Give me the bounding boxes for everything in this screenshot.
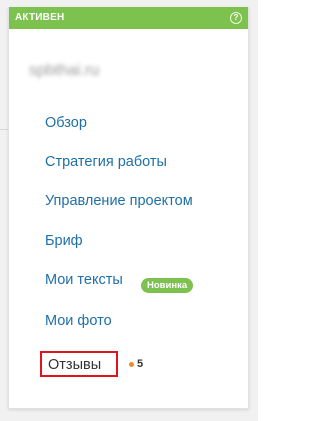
menu-item-strategy[interactable]: Стратегия работы (45, 153, 167, 171)
site-name: spbthai.ru (29, 62, 100, 79)
menu-item-project-management[interactable]: Управление проектом (45, 192, 193, 210)
notification-dot-icon (129, 362, 134, 367)
menu-item-reviews[interactable]: Отзывы (48, 356, 101, 374)
help-icon[interactable]: ? (230, 12, 242, 24)
menu-item-my-texts[interactable]: Мои тексты (45, 271, 123, 289)
page: АКТИВЕН ? spbthai.ru Обзор Стратегия раб… (0, 0, 258, 421)
menu-item-brief[interactable]: Бриф (45, 232, 83, 250)
menu-item-overview[interactable]: Обзор (45, 114, 87, 132)
status-bar: АКТИВЕН ? (9, 7, 248, 29)
background-divider (0, 129, 8, 130)
menu-item-my-photos[interactable]: Мои фото (45, 312, 112, 330)
project-panel: АКТИВЕН ? spbthai.ru Обзор Стратегия раб… (8, 7, 249, 409)
new-badge: Новинка (141, 278, 194, 293)
reviews-count: 5 (137, 358, 144, 370)
status-label: АКТИВЕН (15, 12, 65, 23)
